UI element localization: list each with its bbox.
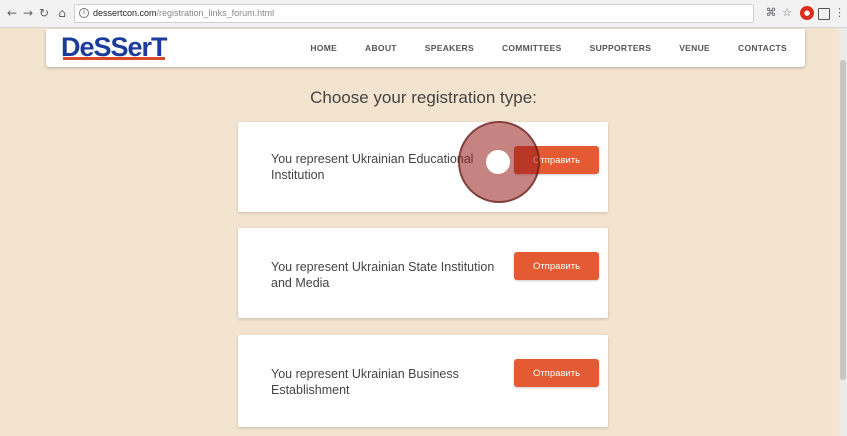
bookmark-star-icon[interactable]: ☆ [780,6,794,20]
forward-icon[interactable]: → [20,5,36,21]
page-scrollbar[interactable] [839,28,847,436]
submit-state-media-button[interactable]: Отправить [514,252,599,280]
extension-icon[interactable] [818,8,830,20]
nav-home[interactable]: HOME [310,43,337,53]
site-header: DeSSerT HOME ABOUT SPEAKERS COMMITTEES S… [46,29,805,67]
reload-icon[interactable]: ↻ [36,5,52,21]
card-description: You represent Ukrainian Business Establi… [271,367,459,397]
translate-icon[interactable]: ⌘ [764,6,778,20]
card-description: You represent Ukrainian State Institutio… [271,260,495,290]
registration-card-educational: You represent Ukrainian Educational Inst… [238,122,608,212]
nav-venue[interactable]: VENUE [679,43,710,53]
url-path: /registration_links_forum.html [156,8,275,18]
cursor-click-dot [486,150,510,174]
registration-card-state-media: You represent Ukrainian State Institutio… [238,228,608,318]
nav-supporters[interactable]: SUPPORTERS [590,43,652,53]
page-title: Choose your registration type: [310,88,537,107]
nav-contacts[interactable]: CONTACTS [738,43,787,53]
nav-about[interactable]: ABOUT [365,43,397,53]
nav-speakers[interactable]: SPEAKERS [425,43,474,53]
site-info-icon[interactable]: i [79,8,89,18]
scroll-thumb[interactable] [840,60,846,380]
browser-toolbar: ← → ↻ ⌂ i dessertcon.com/registration_li… [0,0,847,28]
submit-business-button[interactable]: Отправить [514,359,599,387]
nav-committees[interactable]: COMMITTEES [502,43,562,53]
back-icon[interactable]: ← [4,5,20,21]
url-host: dessertcon.com [93,8,157,18]
adblock-icon[interactable]: ● [800,6,814,20]
main-nav: HOME ABOUT SPEAKERS COMMITTEES SUPPORTER… [282,29,787,67]
menu-dots-icon[interactable]: ⋮ [834,6,845,20]
dessert-logo[interactable]: DeSSerT [61,33,168,61]
registration-card-business: You represent Ukrainian Business Establi… [238,335,608,427]
address-bar[interactable]: i dessertcon.com/registration_links_foru… [74,4,754,23]
logo-underline [63,57,165,60]
home-icon[interactable]: ⌂ [54,5,70,21]
